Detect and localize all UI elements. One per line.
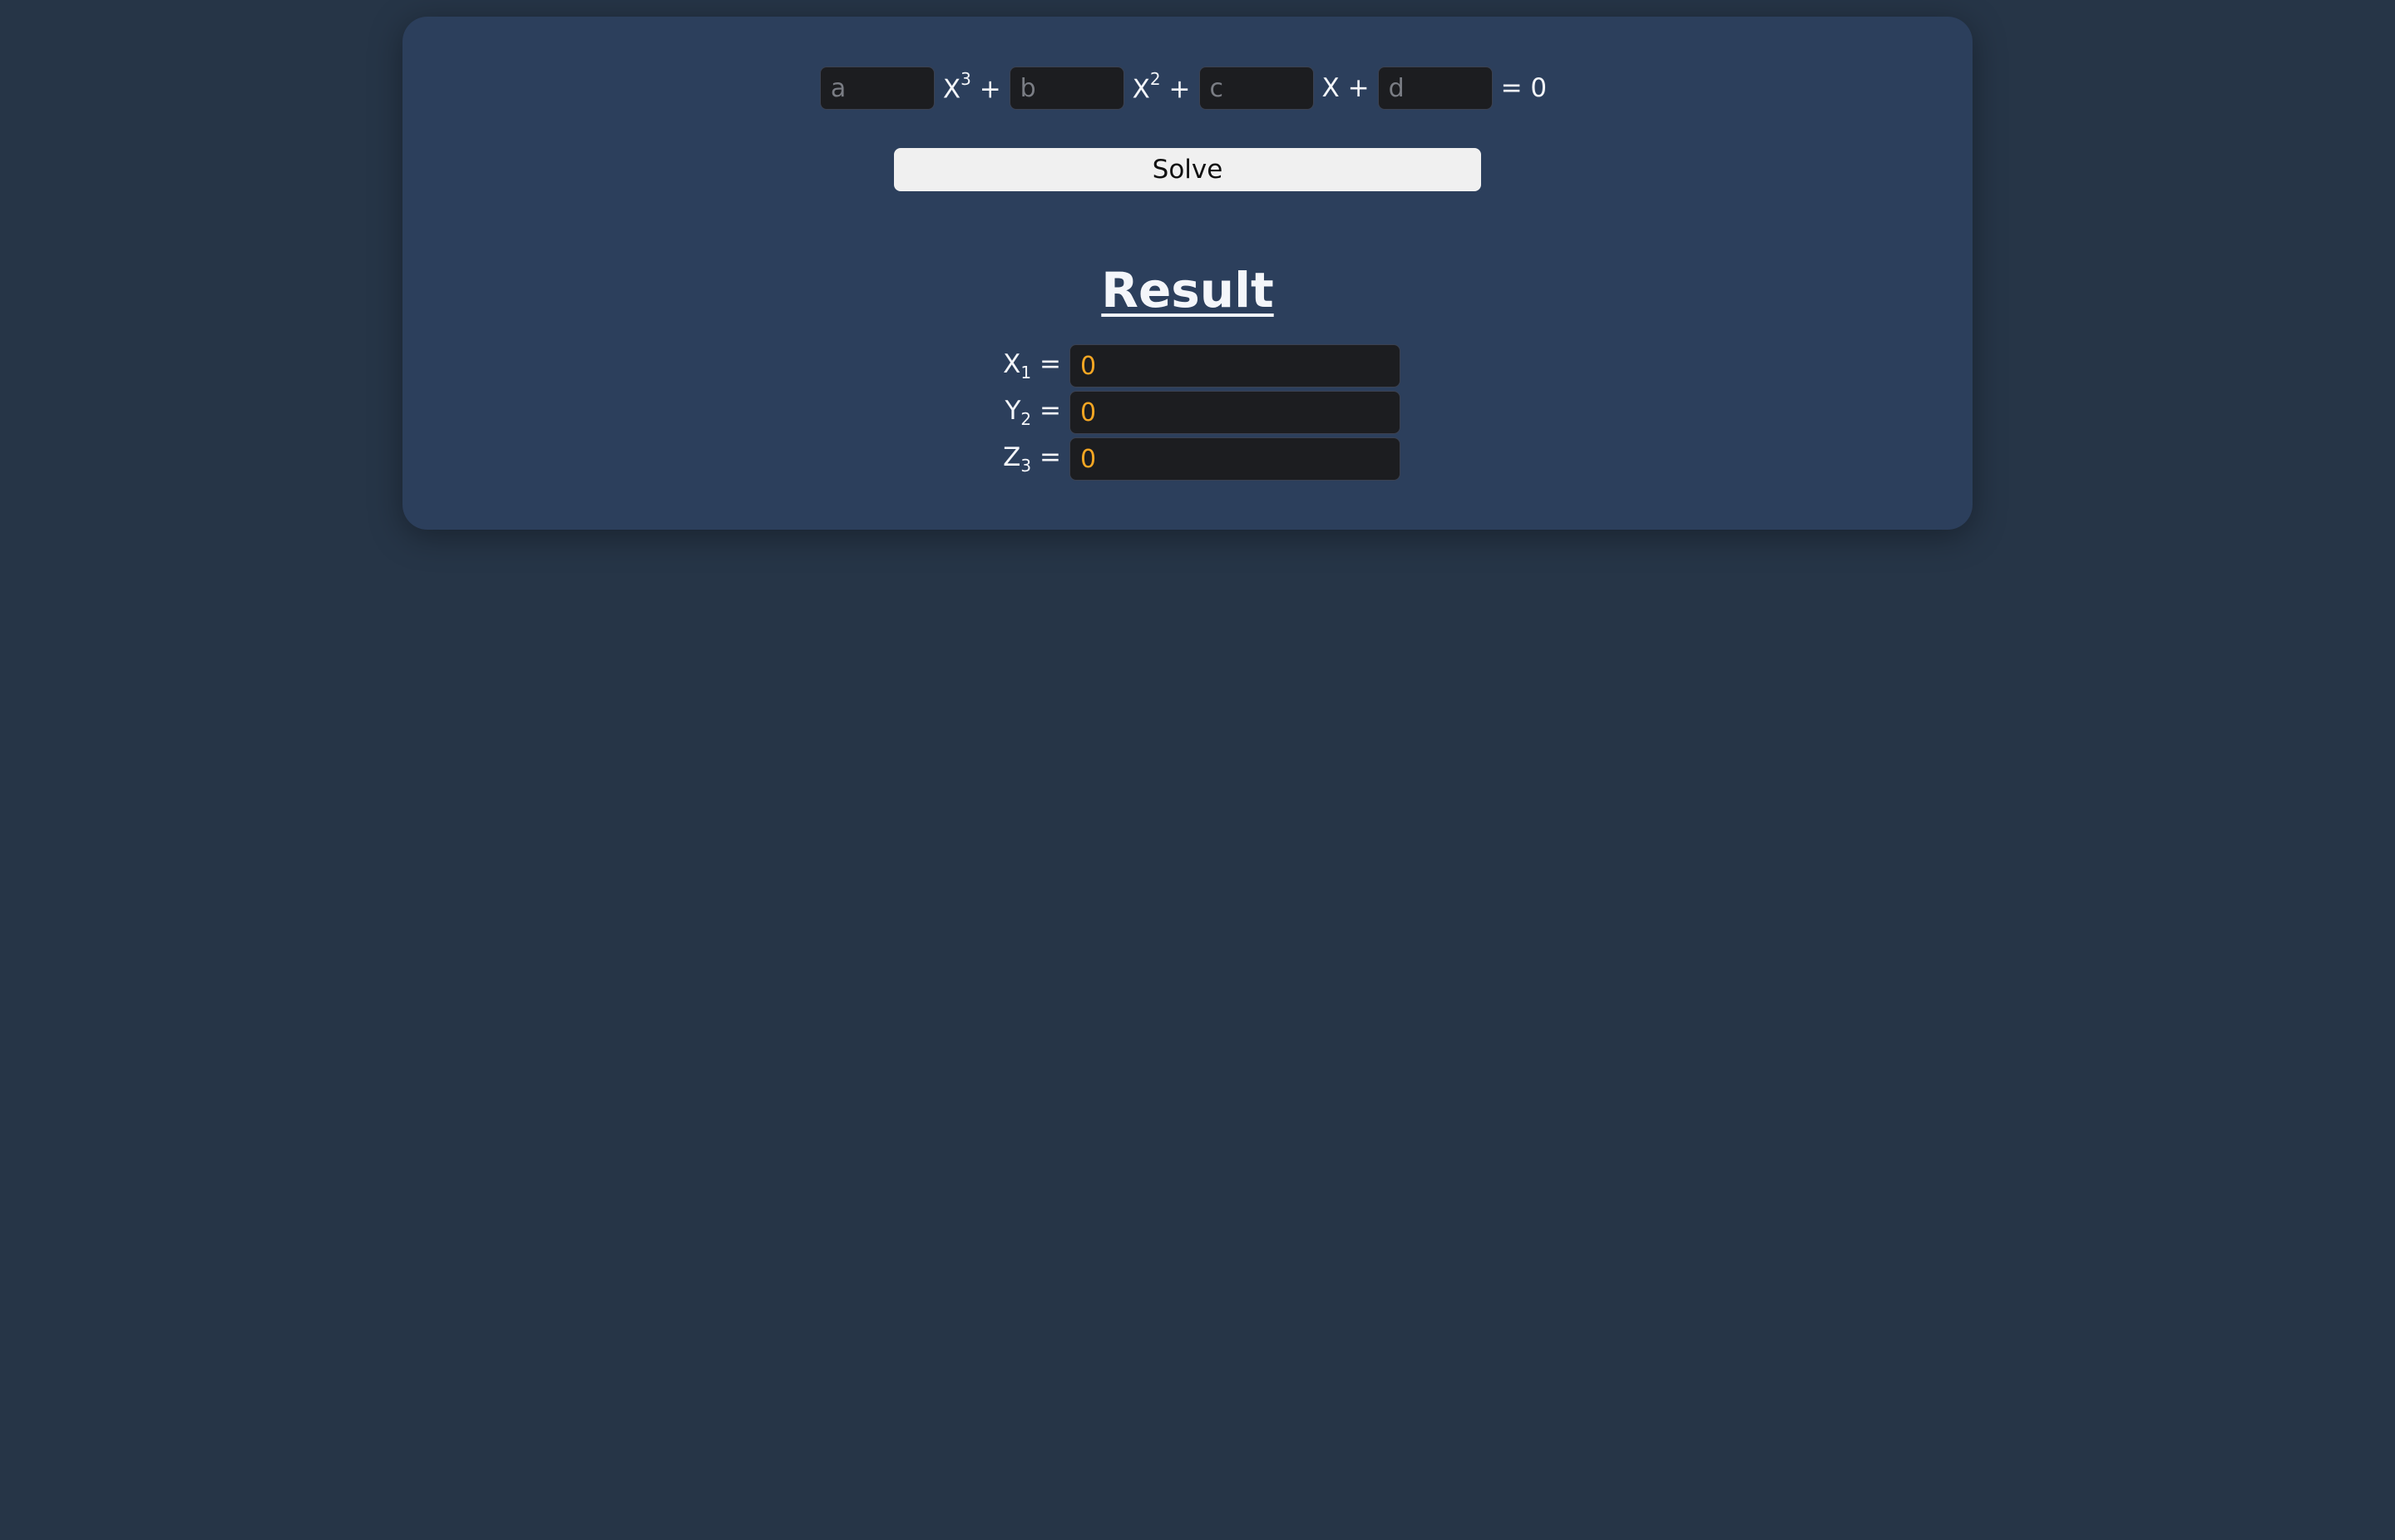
term-x-squared: X2 +: [1132, 68, 1191, 105]
result-row-x1: X1 =: [993, 344, 1400, 387]
coefficient-a-input[interactable]: [819, 67, 935, 110]
solve-button[interactable]: Solve: [894, 148, 1481, 191]
equation-row: X3 + X2 + X + = 0: [402, 67, 1973, 110]
term-x-cubed: X3 +: [942, 68, 1001, 105]
result-label-x1: X1 =: [1003, 348, 1061, 383]
equals-zero: = 0: [1500, 73, 1548, 103]
result-list: X1 = Y2 = Z3 =: [993, 344, 1400, 484]
result-label-z3: Z3 =: [1003, 442, 1061, 476]
term-x: X +: [1321, 73, 1370, 103]
coefficient-b-input[interactable]: [1009, 67, 1124, 110]
coefficient-d-input[interactable]: [1377, 67, 1493, 110]
result-row-y2: Y2 =: [993, 391, 1400, 434]
coefficient-c-input[interactable]: [1198, 67, 1314, 110]
result-heading: Result: [1101, 262, 1274, 318]
result-label-y2: Y2 =: [1005, 395, 1061, 430]
solver-card: X3 + X2 + X + = 0 Solve Result X1 = Y2 =…: [402, 17, 1973, 530]
result-row-z3: Z3 =: [993, 437, 1400, 481]
result-y2-field[interactable]: [1069, 391, 1400, 434]
result-z3-field[interactable]: [1069, 437, 1400, 481]
result-x1-field[interactable]: [1069, 344, 1400, 387]
